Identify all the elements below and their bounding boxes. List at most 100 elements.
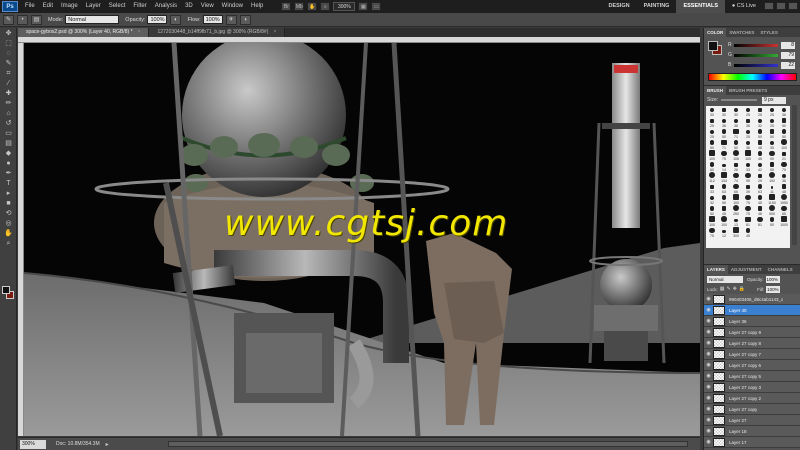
brush-preset[interactable]: 25 — [706, 128, 718, 139]
brush-preset[interactable]: 30 — [730, 106, 742, 117]
layer-row[interactable]: ◉ Layer 27 copy 2 — [704, 393, 800, 404]
brush-preset[interactable]: 33 — [706, 183, 718, 194]
3d-rotate-icon[interactable]: ⟲ — [2, 209, 15, 218]
gradient-tool-icon[interactable]: ▤ — [2, 139, 15, 148]
brush-preset[interactable]: 100 — [730, 194, 742, 205]
3d-orbit-icon[interactable]: ◎ — [2, 219, 15, 228]
tab-layers[interactable]: LAYERS — [704, 265, 728, 274]
flow-input[interactable]: 100% — [202, 15, 223, 24]
layer-row[interactable]: ◉ Layer 27 copy 9 — [704, 327, 800, 338]
shape-tool-icon[interactable]: ■ — [2, 199, 15, 208]
brush-preset[interactable]: 36 — [778, 106, 790, 117]
brush-preset[interactable]: 60 — [706, 161, 718, 172]
pressure-size-icon[interactable]: ◑ — [239, 14, 251, 25]
foreground-color-swatch[interactable] — [2, 286, 10, 294]
tab-color[interactable]: COLOR — [704, 28, 727, 37]
layer-row[interactable]: ◉ Layer 27 copy — [704, 404, 800, 415]
brush-preset[interactable]: 25 — [742, 128, 754, 139]
brush-preset[interactable]: 11 — [766, 183, 778, 194]
brush-preset[interactable]: 35 — [766, 139, 778, 150]
menu-analysis[interactable]: Analysis — [151, 0, 181, 13]
layer-row[interactable]: ◉ Layer 27 copy 3 — [704, 382, 800, 393]
brush-preset[interactable]: 45 — [742, 227, 754, 238]
history-brush-icon[interactable]: ↺ — [2, 119, 15, 128]
brush-preset[interactable]: 48 — [754, 205, 766, 216]
opacity-input[interactable]: 100% — [147, 15, 168, 24]
brush-preset[interactable]: 45 — [754, 150, 766, 161]
brush-preset[interactable]: 48 — [754, 139, 766, 150]
brush-preset[interactable]: 32 — [754, 117, 766, 128]
menu-help[interactable]: Help — [247, 0, 267, 13]
brush-preset[interactable]: 75 — [742, 205, 754, 216]
brush-preset[interactable]: 100 — [706, 150, 718, 161]
brush-preset[interactable]: 1950 — [778, 194, 790, 205]
blur-tool-icon[interactable]: ◆ — [2, 149, 15, 158]
menu-edit[interactable]: Edit — [39, 0, 57, 13]
eye-visibility-icon[interactable]: ◉ — [704, 362, 713, 368]
maximize-button[interactable] — [776, 2, 786, 10]
tab-close-icon[interactable]: × — [273, 29, 276, 35]
close-button[interactable] — [788, 2, 798, 10]
layer-row[interactable]: ◉ 990403406_d8c4ab1143_o — [704, 294, 800, 305]
dodge-tool-icon[interactable]: ● — [2, 159, 15, 168]
tab-brush[interactable]: BRUSH — [704, 86, 727, 95]
tab-brush-presets[interactable]: BRUSH PRESETS — [726, 86, 770, 95]
workspace-design[interactable]: DESIGN — [601, 0, 636, 13]
brush-preset[interactable]: 1150 — [766, 194, 778, 205]
layer-opacity-input[interactable]: 100% — [765, 275, 780, 283]
brush-preset[interactable]: 1000 — [778, 216, 790, 227]
move-tool-icon[interactable]: ✥ — [2, 29, 15, 38]
hand-tool-icon[interactable]: ✋ — [2, 229, 15, 238]
lock-position-icon[interactable]: ✥ — [733, 286, 737, 292]
lasso-tool-icon[interactable]: ◌ — [2, 49, 15, 58]
brush-preset[interactable]: 70 — [778, 161, 790, 172]
brush-preset[interactable]: 48 — [778, 183, 790, 194]
brush-preset[interactable]: 45 — [718, 205, 730, 216]
layer-row[interactable]: ◉ Layer 18 — [704, 426, 800, 437]
airbrush-icon[interactable]: ✈ — [225, 14, 237, 25]
eye-visibility-icon[interactable]: ◉ — [704, 351, 713, 357]
brush-preset[interactable]: 90 — [766, 150, 778, 161]
eye-visibility-icon[interactable]: ◉ — [704, 307, 713, 313]
layer-row[interactable]: ◉ Layer 27 — [704, 415, 800, 426]
brush-preset[interactable]: 192 — [766, 172, 778, 183]
lock-pixels-icon[interactable]: ✎ — [727, 286, 731, 292]
eye-visibility-icon[interactable]: ◉ — [704, 428, 713, 434]
layer-row[interactable]: ◉ Layer 27 copy 5 — [704, 371, 800, 382]
layer-row[interactable]: ◉ Layer 27 copy 7 — [704, 349, 800, 360]
brush-preset-picker-icon[interactable]: • — [17, 14, 28, 25]
zoom-tool-icon[interactable]: ⌕ — [320, 2, 331, 11]
arrange-documents-icon[interactable]: ▦ — [358, 2, 369, 11]
eye-visibility-icon[interactable]: ◉ — [704, 406, 713, 412]
brush-preset[interactable]: 50 — [766, 128, 778, 139]
document-canvas[interactable]: www.cgtsj.com — [24, 43, 700, 436]
mode-select[interactable]: Normal — [65, 15, 120, 24]
eye-visibility-icon[interactable]: ◉ — [704, 373, 713, 379]
color-spectrum-bar[interactable] — [708, 73, 797, 81]
brush-preset[interactable]: 106 — [730, 150, 742, 161]
eraser-tool-icon[interactable]: ▭ — [2, 129, 15, 138]
brush-preset[interactable]: 45 — [754, 194, 766, 205]
brush-preset[interactable]: 50 — [706, 139, 718, 150]
brush-preset[interactable]: 100 — [718, 216, 730, 227]
brush-preset[interactable]: 74 — [730, 172, 742, 183]
brush-preset[interactable]: 29 — [754, 172, 766, 183]
workspace-painting[interactable]: PAINTING — [637, 0, 677, 13]
workspace-essentials[interactable]: ESSENTIALS — [676, 0, 725, 13]
lock-transparency-icon[interactable]: ▦ — [720, 286, 725, 292]
brush-tool-icon[interactable]: ✏ — [2, 99, 15, 108]
brush-preset[interactable]: 42 — [754, 161, 766, 172]
brush-preset[interactable]: 900 — [766, 205, 778, 216]
brush-preset[interactable]: 50 — [766, 216, 778, 227]
status-zoom-input[interactable]: 300% — [20, 439, 46, 449]
brush-preset[interactable]: 30 — [706, 106, 718, 117]
brush-preset[interactable]: 14 — [718, 161, 730, 172]
brush-preset[interactable]: 95 — [742, 172, 754, 183]
toggle-brush-panel-icon[interactable]: ▤ — [31, 14, 42, 25]
tab-styles[interactable]: STYLES — [757, 28, 781, 37]
brush-size-input[interactable]: 9 px — [762, 96, 786, 104]
brush-preset[interactable]: 81 — [742, 216, 754, 227]
brush-preset[interactable]: 100 — [706, 216, 718, 227]
brush-preset[interactable]: 71 — [718, 139, 730, 150]
brush-preset[interactable]: 32 — [706, 194, 718, 205]
